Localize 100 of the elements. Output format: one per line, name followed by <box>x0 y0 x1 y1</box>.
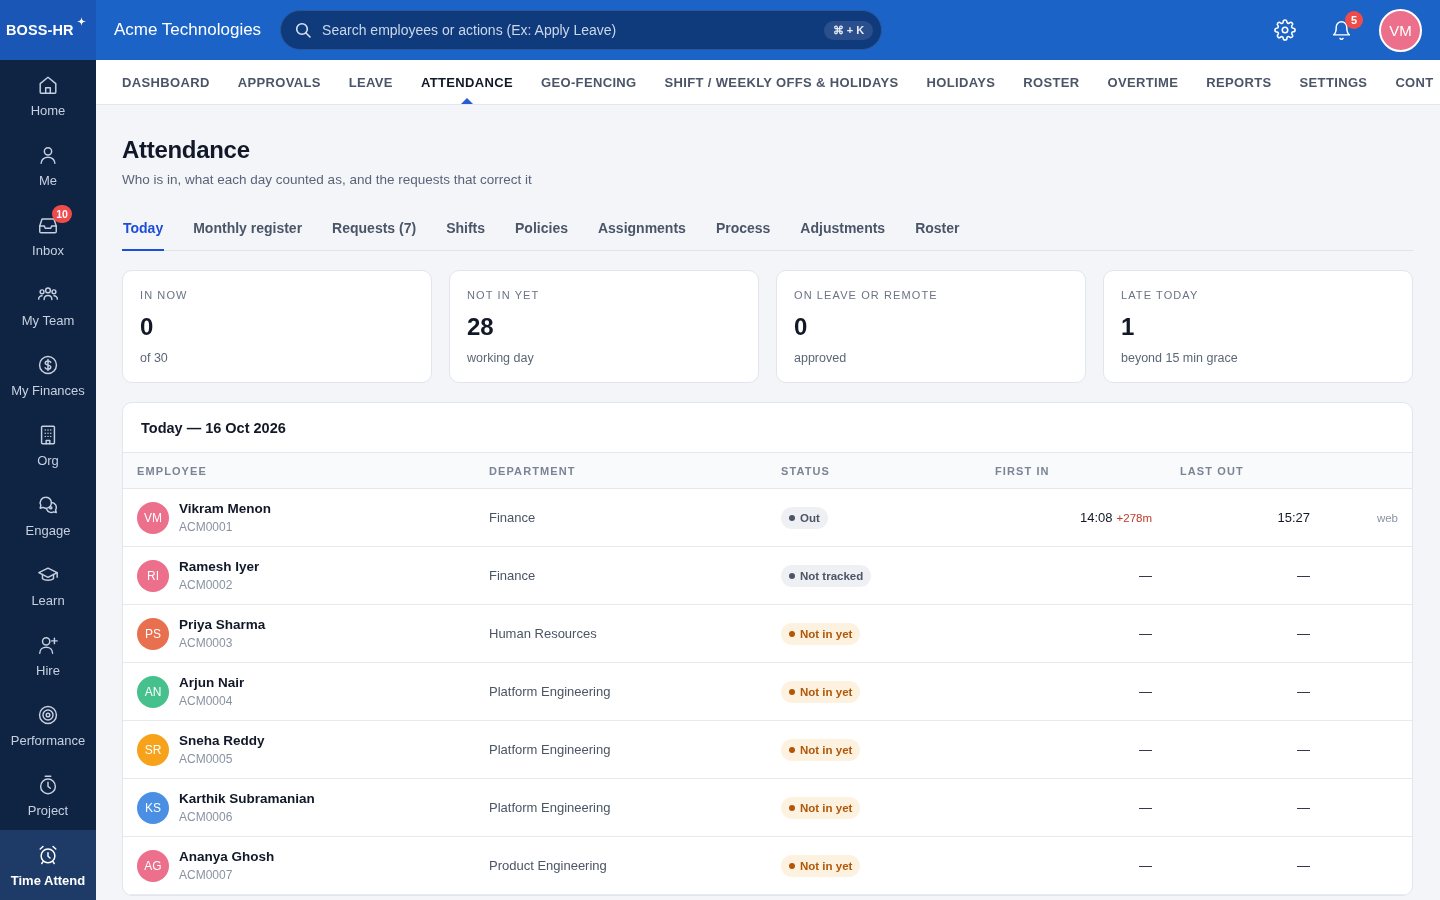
nav-tab[interactable]: SETTINGS <box>1299 60 1368 104</box>
status-dot-icon <box>789 514 795 521</box>
last-out-time: — <box>1297 858 1310 873</box>
status-tag: Not in yet <box>781 738 861 761</box>
status-dot-icon <box>789 688 795 695</box>
stat-value: 1 <box>1121 313 1136 341</box>
stat-note: beyond 15 min grace <box>1121 350 1239 366</box>
first-in-time: — <box>1139 858 1152 873</box>
avatar: KS <box>137 791 169 824</box>
chat-bubbles-icon <box>37 494 59 516</box>
avatar: PS <box>137 617 169 650</box>
settings-button[interactable] <box>1274 19 1296 41</box>
first-in-time: — <box>1139 742 1152 757</box>
employee-name: Priya Sharma <box>179 616 266 633</box>
shortcut-hint: ⌘ + K <box>823 21 874 40</box>
first-in-time: 14:08 <box>1079 510 1113 525</box>
notification-count: 5 <box>1345 10 1363 29</box>
nav-tab[interactable]: OVERTIME <box>1107 60 1179 104</box>
stat-label: LATE TODAY <box>1121 288 1200 302</box>
employee-id: ACM0004 <box>179 693 233 709</box>
tab[interactable]: Requests (7) <box>331 216 418 251</box>
first-in-time: — <box>1139 568 1152 583</box>
status-tag: Not tracked <box>781 564 872 587</box>
sidebar-item[interactable]: Time Attend <box>0 830 96 900</box>
stat-value: 0 <box>140 313 155 341</box>
person-plus-icon <box>37 634 59 656</box>
status-dot-icon <box>789 862 795 869</box>
app-logo[interactable]: BOSS-HR <box>6 22 74 38</box>
sidebar-item[interactable]: My Finances <box>0 340 96 410</box>
status-dot-icon <box>789 804 795 811</box>
status-dot-icon <box>789 746 795 753</box>
nav-tab[interactable]: HOLIDAYS <box>926 60 996 104</box>
employee-name: Sneha Reddy <box>179 732 265 749</box>
notifications-button[interactable] <box>1331 19 1352 41</box>
column-header: FIRST IN <box>994 464 1050 477</box>
column-header: EMPLOYEE <box>136 464 207 477</box>
stat-value: 28 <box>467 313 495 341</box>
avatar: AN <box>137 675 169 708</box>
target-icon <box>37 704 59 726</box>
sidebar-item[interactable]: Home <box>0 60 96 130</box>
status-tag: Not in yet <box>781 622 861 645</box>
stat-note: working day <box>467 350 535 366</box>
column-header: DEPARTMENT <box>488 464 576 477</box>
stat-label: NOT IN YET <box>467 288 541 302</box>
tab[interactable]: Monthly register <box>192 216 304 251</box>
nav-tab[interactable]: DASHBOARD <box>122 60 210 104</box>
nav-tab[interactable]: LEAVE <box>348 60 393 104</box>
settings-icon <box>1274 19 1296 41</box>
alarm-clock-icon <box>37 844 59 866</box>
department-text: Product Engineering <box>489 858 607 873</box>
column-header: LAST OUT <box>1179 464 1244 477</box>
tab[interactable]: Shifts <box>445 216 487 251</box>
last-out-time: 15:27 <box>1277 510 1310 525</box>
nav-tab[interactable]: GEO-FENCING <box>541 60 637 104</box>
tab[interactable]: Process <box>714 216 772 251</box>
sidebar-item[interactable]: Me <box>0 130 96 200</box>
employee-id: ACM0001 <box>179 519 233 535</box>
sidebar-item[interactable]: Engage <box>0 480 96 550</box>
department-text: Platform Engineering <box>489 742 611 757</box>
sidebar-item[interactable]: Project <box>0 760 96 830</box>
employee-id: ACM0006 <box>179 809 233 825</box>
tab[interactable]: Policies <box>514 216 569 251</box>
page-title: Attendance <box>122 135 251 165</box>
avatar: SR <box>137 733 169 766</box>
tab[interactable]: Assignments <box>596 216 687 251</box>
nav-tab[interactable]: ROSTER <box>1023 60 1080 104</box>
employee-id: ACM0005 <box>179 751 233 767</box>
status-tag: Not in yet <box>781 854 861 877</box>
nav-tab[interactable]: ATTENDANCE <box>420 60 513 104</box>
sidebar-item[interactable]: Learn <box>0 550 96 620</box>
sidebar-item[interactable]: Hire <box>0 620 96 690</box>
employee-name: Vikram Menon <box>179 500 272 517</box>
stat-note: approved <box>794 350 848 366</box>
status-dot-icon <box>789 630 795 637</box>
sidebar-item[interactable]: 10 Inbox <box>0 200 96 270</box>
sidebar-item[interactable]: My Team <box>0 270 96 340</box>
tab[interactable]: Adjustments <box>799 216 887 251</box>
stat-label: IN NOW <box>140 288 189 302</box>
avatar: AG <box>137 849 169 882</box>
sidebar-item[interactable]: Org <box>0 410 96 480</box>
nav-tab[interactable]: SHIFT / WEEKLY OFFS & HOLIDAYS <box>664 60 899 104</box>
status-tag: Out <box>781 506 828 529</box>
department-text: Platform Engineering <box>489 800 611 815</box>
person-icon <box>37 144 59 166</box>
sidebar-item[interactable]: Performance <box>0 690 96 760</box>
avatar: RI <box>137 559 169 592</box>
source-text: web <box>1376 511 1398 524</box>
department-text: Finance <box>489 510 536 525</box>
first-in-time: — <box>1139 626 1152 641</box>
tab[interactable]: Roster <box>914 216 961 251</box>
search-icon <box>295 22 312 38</box>
nav-tab[interactable]: CONT <box>1395 60 1434 104</box>
department-text: Platform Engineering <box>489 684 611 699</box>
first-in-time: — <box>1139 800 1152 815</box>
nav-tab[interactable]: REPORTS <box>1206 60 1272 104</box>
tab[interactable]: Today <box>122 216 165 251</box>
employee-name: Karthik Subramanian <box>179 790 315 807</box>
unread-count: 10 <box>52 205 72 223</box>
nav-tab[interactable]: APPROVALS <box>237 60 321 104</box>
stat-value: 0 <box>794 313 809 341</box>
